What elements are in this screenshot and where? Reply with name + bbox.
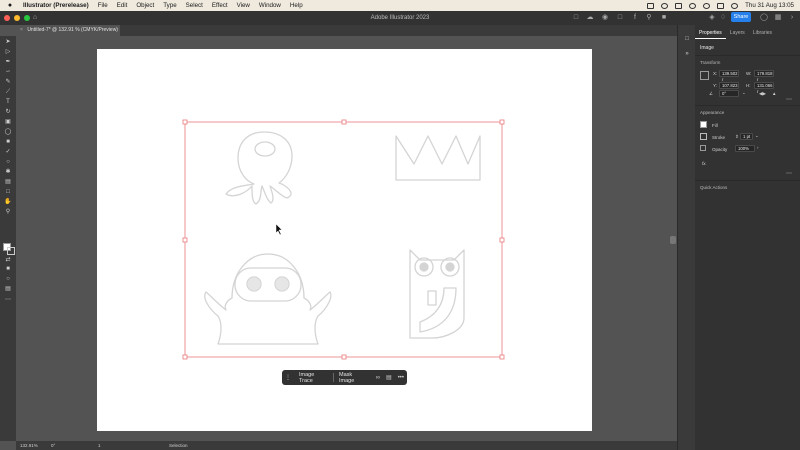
divider — [695, 180, 800, 181]
fill-color-swatch[interactable] — [700, 121, 707, 128]
divider — [695, 55, 800, 56]
stroke-label[interactable]: Stroke — [712, 135, 725, 140]
appearance-heading: Appearance — [700, 110, 725, 115]
tab-properties[interactable]: Properties — [695, 30, 726, 39]
link-icon[interactable]: ∞ — [373, 375, 383, 381]
x-label: X: — [713, 71, 718, 76]
opacity-icon — [700, 145, 706, 151]
tab-layers[interactable]: Layers — [726, 30, 749, 39]
opacity-field[interactable]: 100% — [735, 145, 755, 152]
embed-icon[interactable]: ▤ — [383, 374, 395, 381]
angle-icon: ∠ — [709, 91, 714, 96]
ninja-illustration[interactable] — [204, 253, 332, 345]
current-tool-label: Selection — [169, 443, 188, 448]
selection-bounding-box[interactable] — [182, 119, 505, 360]
effects-button[interactable]: fx. — [702, 161, 707, 166]
w-label: W: — [746, 71, 752, 76]
stroke-dropdown-icon[interactable]: ⌄ — [755, 133, 759, 139]
y-label: Y: — [713, 83, 718, 88]
mask-image-button[interactable]: Mask Image — [334, 372, 373, 384]
collapse-arrows-icon[interactable]: » — [683, 51, 691, 58]
stroke-stepper-icon[interactable]: ⇕ — [735, 134, 739, 140]
panel-comments-icon[interactable]: □ — [683, 36, 691, 43]
stroke-weight-field[interactable]: 1 pt — [740, 133, 753, 140]
h-label: H: — [746, 83, 751, 88]
status-bar: 132.91% 0° 1 Selection — [16, 441, 677, 450]
angle-dropdown-icon[interactable]: ⌄ — [742, 90, 746, 96]
vertical-scrollbar-thumb[interactable] — [670, 236, 676, 244]
opacity-arrow-icon[interactable]: › — [757, 145, 759, 150]
zoom-level-field[interactable]: 132.91% — [20, 443, 38, 448]
panel-tabs: Properties Layers Libraries — [695, 30, 800, 39]
flip-vertical-icon[interactable]: ▲ — [772, 91, 776, 96]
x-field[interactable]: 139.502 r — [719, 70, 739, 82]
y-field[interactable]: 107.823 r — [719, 82, 739, 94]
divider — [695, 105, 800, 106]
crown-illustration[interactable] — [395, 135, 481, 181]
mouse-cursor-icon — [275, 223, 283, 236]
flip-horizontal-icon[interactable]: ◀▶ — [759, 91, 766, 97]
stroke-color-swatch[interactable] — [700, 133, 707, 140]
properties-panel: Properties Layers Libraries Image Transf… — [695, 25, 800, 450]
drag-handle-icon[interactable]: ⋮ — [282, 374, 294, 381]
reference-point-icon[interactable] — [700, 71, 709, 80]
selection-type-label: Image — [700, 45, 714, 51]
fill-label: Fill — [712, 123, 718, 128]
contextual-task-bar: ⋮ Image Trace Mask Image ∞ ▤ ••• — [282, 370, 407, 385]
more-transform-options-icon[interactable]: ⋯ — [786, 96, 792, 103]
alien-illustration[interactable] — [225, 131, 293, 205]
angle-field[interactable]: 0° — [719, 90, 739, 97]
w-field[interactable]: 179.818 r — [754, 70, 774, 82]
transform-heading: Transform — [700, 60, 721, 65]
owl-illustration[interactable] — [409, 249, 465, 339]
opacity-label[interactable]: Opacity — [712, 147, 727, 152]
image-trace-button[interactable]: Image Trace — [294, 372, 333, 384]
collapsed-panels-strip: □ » — [677, 25, 695, 450]
rotation-field[interactable]: 0° — [51, 443, 55, 448]
artboard-number-field[interactable]: 1 — [98, 443, 101, 448]
h-field[interactable]: 131.066 r — [754, 82, 774, 94]
more-appearance-options-icon[interactable]: ⋯ — [786, 170, 792, 177]
illustrator-window: ● Illustrator (Prerelease) File Edit Obj… — [0, 0, 800, 450]
more-options-button[interactable]: ••• — [395, 375, 407, 381]
tab-libraries[interactable]: Libraries — [749, 30, 776, 39]
quick-actions-heading: Quick Actions — [700, 185, 728, 190]
